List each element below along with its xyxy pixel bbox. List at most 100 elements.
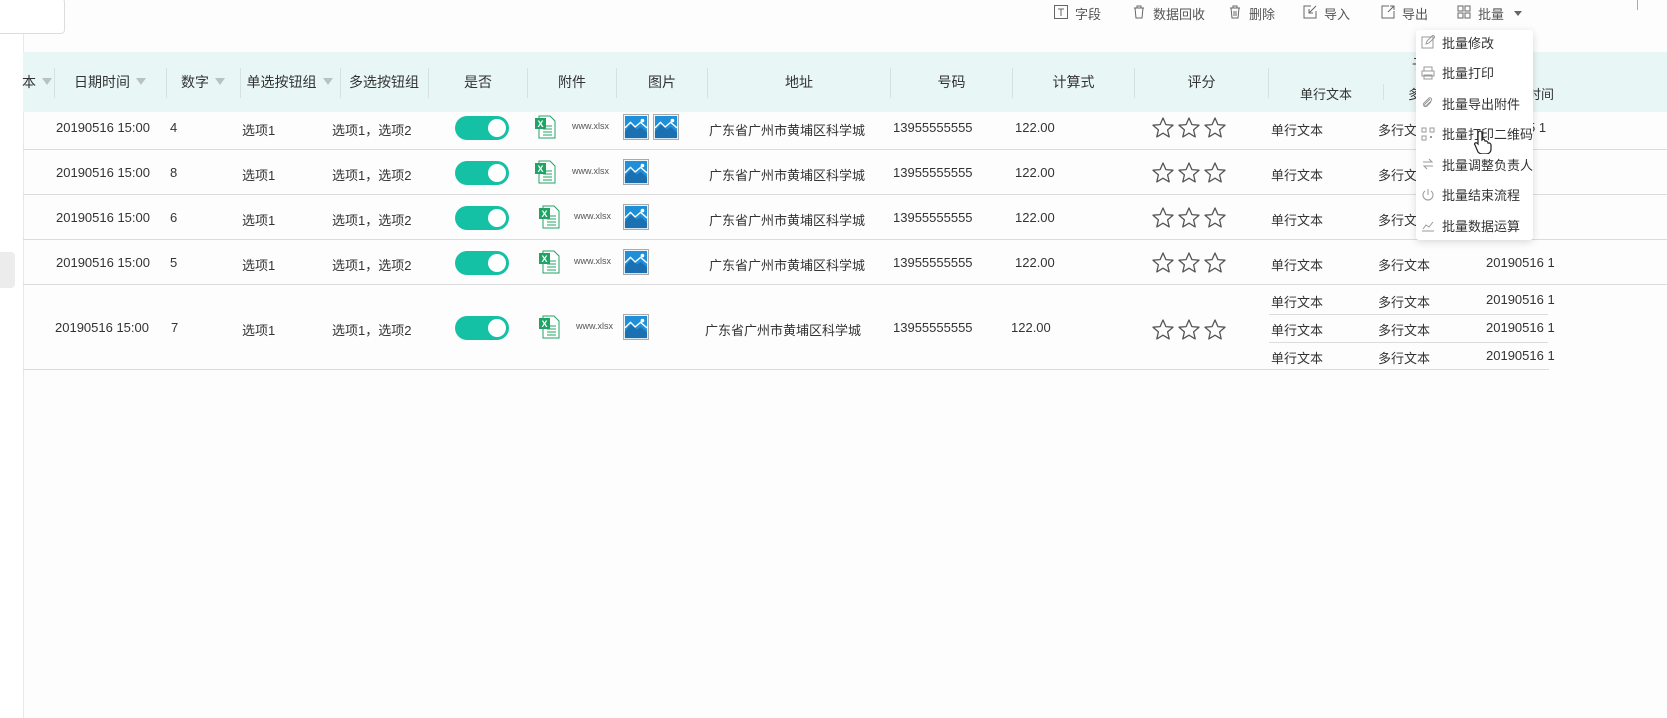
cell-formula: 122.00	[1011, 320, 1051, 335]
rating-stars[interactable]	[1151, 318, 1227, 345]
fields-label: 字段	[1075, 6, 1102, 22]
header-sub-single[interactable]: 单行文本	[1300, 84, 1352, 103]
dropdown-item-2[interactable]: 批量导出附件	[1416, 91, 1533, 115]
cell-phone: 13955555555	[893, 120, 973, 135]
svg-text:X: X	[541, 209, 547, 219]
row-divider	[23, 369, 1549, 370]
cell-datetime: 20190516 15:00	[55, 320, 149, 335]
yesno-toggle[interactable]	[455, 316, 509, 340]
filter-icon[interactable]	[322, 77, 333, 85]
header-phone[interactable]: 号码	[891, 52, 1012, 112]
header-datetime[interactable]: 日期时间	[55, 52, 165, 112]
rating-stars[interactable]	[1151, 116, 1227, 143]
star-icon[interactable]	[1177, 206, 1201, 233]
cell-formula: 122.00	[1015, 255, 1055, 270]
image-thumbnail[interactable]	[623, 204, 649, 230]
export-button[interactable]: 导出	[1380, 4, 1428, 22]
star-icon[interactable]	[1203, 161, 1227, 188]
fields-button[interactable]: 字段	[1053, 4, 1101, 22]
header-attachment[interactable]: 附件	[528, 52, 616, 112]
export-icon	[1380, 4, 1396, 23]
yesno-toggle[interactable]	[455, 206, 509, 230]
import-button[interactable]: 导入	[1302, 4, 1350, 22]
star-icon[interactable]	[1203, 251, 1227, 278]
star-icon[interactable]	[1151, 318, 1175, 345]
excel-file-icon[interactable]: X	[538, 315, 560, 339]
image-thumbnail[interactable]	[653, 114, 679, 140]
star-icon[interactable]	[1203, 206, 1227, 233]
cell-datetime: 20190516 15:00	[56, 165, 150, 180]
rating-stars[interactable]	[1151, 206, 1227, 233]
dropdown-item-4[interactable]: 批量调整负责人	[1416, 152, 1533, 176]
excel-file-icon[interactable]: X	[538, 205, 560, 229]
image-thumbnail[interactable]	[623, 159, 649, 185]
header-number[interactable]: 数字	[167, 52, 239, 112]
excel-file-icon[interactable]: X	[534, 115, 556, 139]
attachment-filename[interactable]: www.xlsx	[574, 211, 611, 221]
header-checkbox[interactable]: 多选按钮组	[341, 52, 427, 112]
star-icon[interactable]	[1151, 161, 1175, 188]
image-thumbnail[interactable]	[623, 114, 649, 140]
header-address[interactable]: 地址	[708, 52, 890, 112]
delete-button[interactable]: 删除	[1227, 4, 1275, 22]
yesno-toggle[interactable]	[455, 251, 509, 275]
attachment-filename[interactable]: www.xlsx	[576, 321, 613, 331]
dropdown-item-label: 批量修改	[1442, 35, 1495, 51]
star-icon[interactable]	[1151, 251, 1175, 278]
star-icon[interactable]	[1151, 116, 1175, 143]
filter-icon[interactable]	[136, 77, 146, 85]
dropdown-item-label: 批量导出附件	[1442, 96, 1521, 112]
cell-number: 6	[170, 210, 178, 225]
panel-collapse-tab[interactable]	[0, 252, 15, 288]
header-rating[interactable]: 评分	[1135, 52, 1268, 112]
yesno-toggle[interactable]	[455, 116, 509, 140]
star-icon[interactable]	[1177, 161, 1201, 188]
excel-file-icon[interactable]: X	[534, 160, 556, 184]
svg-text:X: X	[537, 164, 543, 174]
excel-file-icon[interactable]: X	[538, 250, 560, 274]
dropdown-item-0[interactable]: 批量修改	[1416, 30, 1533, 54]
star-icon[interactable]	[1203, 318, 1227, 345]
cell-datetime: 20190516 15:00	[56, 255, 150, 270]
filter-icon[interactable]	[215, 77, 225, 85]
cell-address: 广东省广州市黄埔区科学城	[709, 123, 866, 138]
cell-radio: 选项1	[242, 168, 276, 183]
cell-phone: 13955555555	[893, 165, 973, 180]
yesno-toggle[interactable]	[455, 161, 509, 185]
sub-cell-time: 20190516 1	[1486, 292, 1555, 307]
cell-radio: 选项1	[242, 258, 276, 273]
image-thumbnail[interactable]	[623, 314, 649, 340]
chart-icon	[1421, 218, 1435, 232]
cell-number: 7	[171, 320, 179, 335]
star-icon[interactable]	[1177, 251, 1201, 278]
attachment-filename[interactable]: www.xlsx	[572, 166, 609, 176]
batch-button[interactable]: 批量	[1456, 4, 1523, 22]
search-box[interactable]	[0, 0, 65, 34]
sub-row-divider	[1269, 314, 1548, 315]
svg-text:X: X	[541, 319, 547, 329]
rating-stars[interactable]	[1151, 251, 1227, 278]
sub-cell-single: 单行文本	[1271, 258, 1324, 273]
header-radio[interactable]: 单选按钮组	[241, 52, 338, 112]
star-icon[interactable]	[1203, 116, 1227, 143]
recycle-button[interactable]: 数据回收	[1131, 4, 1205, 22]
header-text-partial[interactable]: 本	[22, 52, 52, 112]
header-yesno[interactable]: 是否	[429, 52, 527, 112]
header-formula[interactable]: 计算式	[1013, 52, 1134, 112]
rating-stars[interactable]	[1151, 161, 1227, 188]
dropdown-item-6[interactable]: 批量数据运算	[1416, 213, 1533, 237]
dropdown-item-1[interactable]: 批量打印	[1416, 61, 1533, 85]
star-icon[interactable]	[1177, 318, 1201, 345]
filter-icon[interactable]	[42, 77, 52, 85]
sub-cell-multi: 多行文	[1378, 213, 1418, 228]
cell-checkbox: 选项1，选项2	[332, 123, 412, 138]
cell-formula: 122.00	[1015, 210, 1055, 225]
dropdown-item-5[interactable]: 批量结束流程	[1416, 183, 1533, 207]
header-image[interactable]: 图片	[617, 52, 707, 112]
image-thumbnail[interactable]	[623, 249, 649, 275]
star-icon[interactable]	[1151, 206, 1175, 233]
attachment-filename[interactable]: www.xlsx	[574, 256, 611, 266]
sub-cell-time: 20190516 1	[1486, 348, 1555, 363]
star-icon[interactable]	[1177, 116, 1201, 143]
attachment-filename[interactable]: www.xlsx	[572, 121, 609, 131]
